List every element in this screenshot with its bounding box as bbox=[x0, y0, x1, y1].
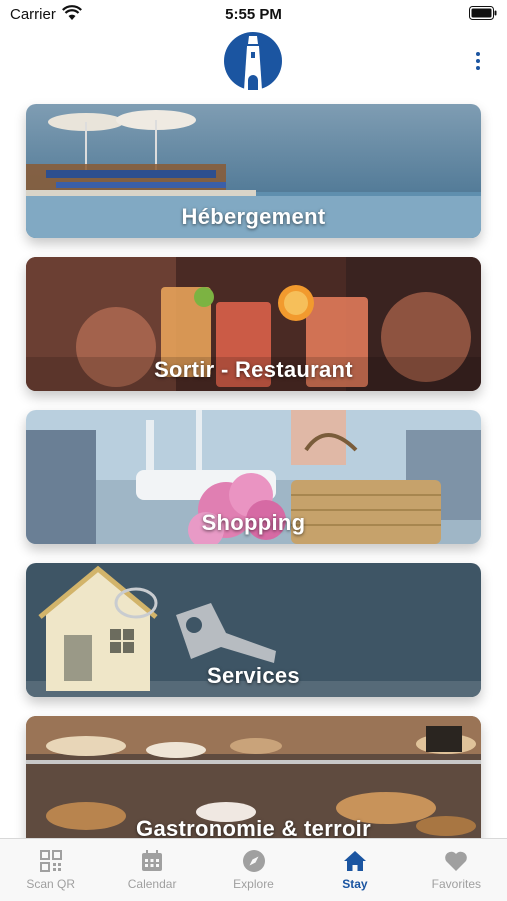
tab-bar: Scan QR Calendar Explore Stay Favorites bbox=[0, 838, 507, 901]
more-options-button[interactable] bbox=[466, 48, 490, 74]
tab-calendar[interactable]: Calendar bbox=[101, 839, 202, 901]
card-gastronomie-terroir[interactable]: Gastronomie & terroir bbox=[26, 716, 481, 838]
tab-scan-qr[interactable]: Scan QR bbox=[0, 839, 101, 901]
heart-icon bbox=[445, 851, 468, 871]
clock: 5:55 PM bbox=[225, 6, 282, 23]
tab-label: Favorites bbox=[431, 877, 481, 891]
app-header bbox=[0, 30, 507, 94]
calendar-icon bbox=[142, 850, 163, 871]
compass-icon bbox=[242, 850, 265, 872]
card-label: Sortir - Restaurant bbox=[154, 357, 353, 382]
lighthouse-logo bbox=[224, 32, 282, 90]
card-services[interactable]: Services bbox=[26, 563, 481, 697]
card-hebergement[interactable]: Hébergement bbox=[26, 104, 481, 238]
card-label: Services bbox=[207, 663, 300, 688]
tab-explore[interactable]: Explore bbox=[203, 839, 304, 901]
tab-favorites[interactable]: Favorites bbox=[406, 839, 507, 901]
tab-stay[interactable]: Stay bbox=[304, 839, 405, 901]
category-list: Hébergement Sortir - Restaurant Shopping… bbox=[0, 0, 507, 838]
card-label: Gastronomie & terroir bbox=[136, 816, 371, 838]
card-shopping[interactable]: Shopping bbox=[26, 410, 481, 544]
more-vertical-icon bbox=[476, 52, 480, 56]
home-icon bbox=[343, 851, 366, 871]
tab-label: Explore bbox=[233, 877, 274, 891]
card-sortir-restaurant[interactable]: Sortir - Restaurant bbox=[26, 257, 481, 391]
card-label: Hébergement bbox=[181, 204, 326, 229]
battery-icon bbox=[469, 6, 497, 20]
qr-code-icon bbox=[39, 850, 62, 872]
tab-label: Calendar bbox=[127, 877, 177, 891]
card-label: Shopping bbox=[201, 510, 306, 535]
tab-label: Stay bbox=[342, 877, 368, 891]
tab-label: Scan QR bbox=[26, 877, 76, 891]
status-bar: Carrier 5:55 PM bbox=[0, 0, 507, 30]
